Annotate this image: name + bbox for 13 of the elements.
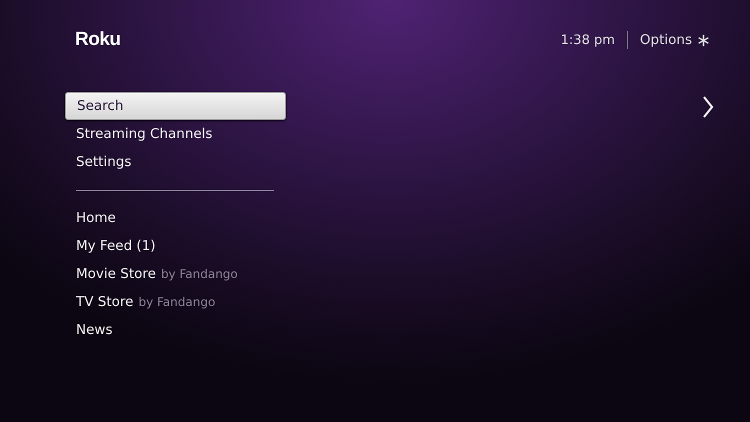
menu-item[interactable]: Streaming Channels	[65, 120, 286, 148]
options-button[interactable]: Options	[640, 32, 710, 48]
menu-item[interactable]: Settings	[65, 148, 286, 176]
clock: 1:38 pm	[560, 32, 615, 48]
menu-item[interactable]: Search	[65, 92, 286, 120]
menu-item[interactable]: My Feed (1)	[65, 232, 286, 260]
asterisk-icon	[697, 34, 710, 46]
chevron-right-icon[interactable]	[702, 96, 714, 118]
menu-item[interactable]: Movie Store by Fandango	[65, 260, 286, 288]
menu-item[interactable]: News	[65, 316, 286, 344]
menu-item[interactable]: TV Store by Fandango	[65, 288, 286, 316]
logo: Roku	[75, 29, 120, 51]
menu-item[interactable]: Home	[65, 204, 286, 232]
